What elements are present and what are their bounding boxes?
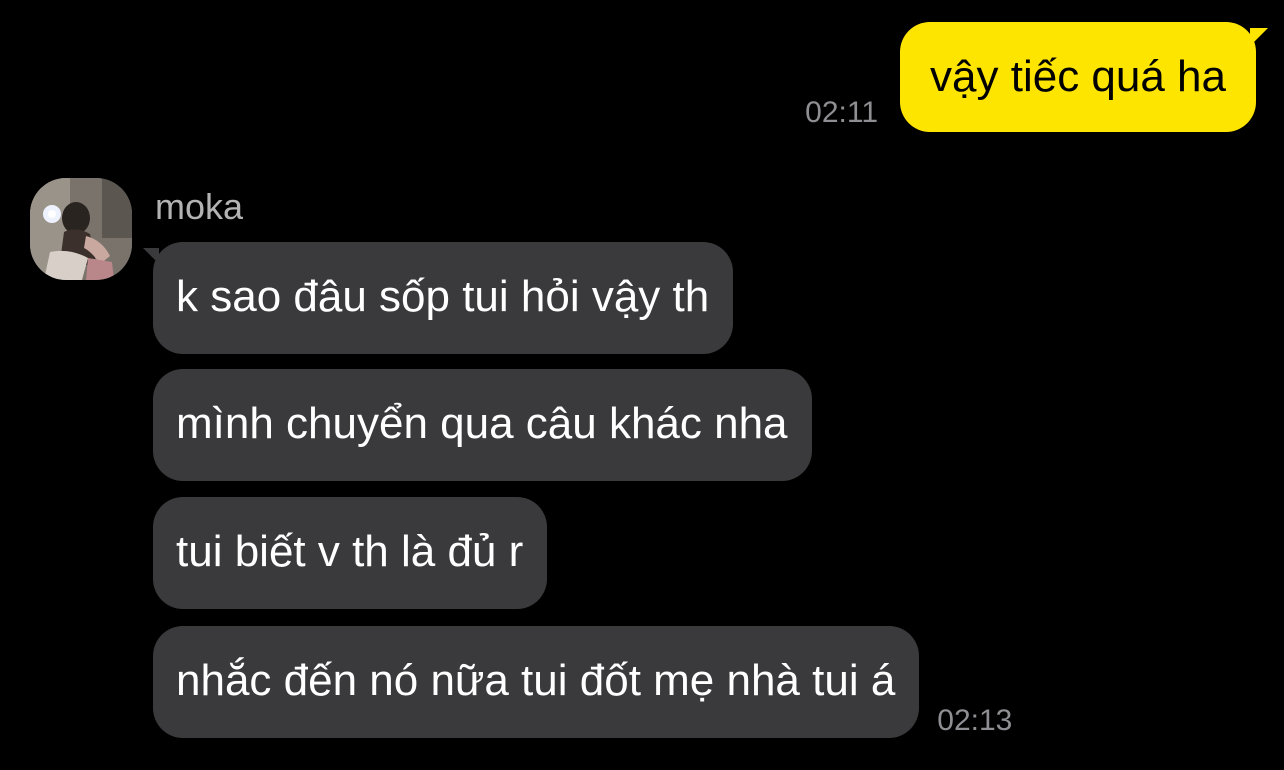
incoming-message-bubble[interactable]: tui biết v th là đủ r xyxy=(153,497,548,609)
incoming-message-bubble[interactable]: mình chuyển qua câu khác nha xyxy=(153,369,812,481)
outgoing-message-row: 02:11 vậy tiếc quá ha xyxy=(805,22,1268,132)
sender-name: moka xyxy=(155,186,244,227)
message-text: mình chuyển qua câu khác nha xyxy=(176,399,788,448)
incoming-message-row: nhắc đến nó nữa tui đốt mẹ nhà tui á 02:… xyxy=(153,626,1012,738)
incoming-message-row: tui biết v th là đủ r xyxy=(153,497,548,609)
message-timestamp: 02:11 xyxy=(805,96,879,129)
outgoing-message-bubble[interactable]: vậy tiếc quá ha xyxy=(900,22,1268,132)
sender-avatar[interactable] xyxy=(30,178,132,280)
incoming-message-row: k sao đâu sốp tui hỏi vậy th xyxy=(142,242,734,354)
message-text: nhắc đến nó nữa tui đốt mẹ nhà tui á xyxy=(176,656,896,705)
message-timestamp: 02:13 xyxy=(937,704,1013,737)
incoming-message-row: mình chuyển qua câu khác nha xyxy=(153,369,812,481)
incoming-message-bubble[interactable]: nhắc đến nó nữa tui đốt mẹ nhà tui á xyxy=(153,626,920,738)
message-text: tui biết v th là đủ r xyxy=(176,527,524,576)
incoming-message-bubble[interactable]: k sao đâu sốp tui hỏi vậy th xyxy=(142,242,734,354)
avatar-photo-icon xyxy=(30,178,132,280)
message-text: vậy tiếc quá ha xyxy=(930,52,1226,101)
message-text: k sao đâu sốp tui hỏi vậy th xyxy=(176,272,710,321)
